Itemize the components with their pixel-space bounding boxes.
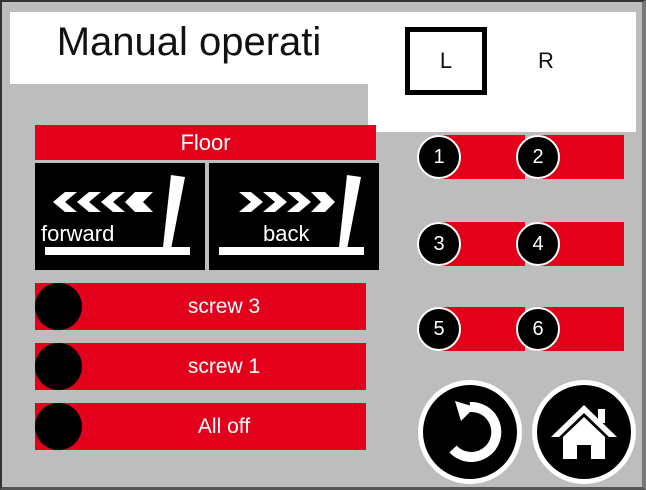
all-off-button[interactable]: All off [35,403,366,450]
forward-seat-icon [45,175,190,255]
number-1-label: 1 [417,135,461,179]
number-4-label: 4 [516,222,560,266]
forward-button[interactable]: forward [35,163,205,270]
page-title: Manual operati [56,20,322,64]
side-right-button[interactable]: R [505,27,587,95]
side-left-button[interactable]: L [405,27,487,95]
number-button-6[interactable]: 6 [516,307,624,351]
return-button[interactable] [418,380,522,484]
home-button[interactable] [532,380,636,484]
back-seat-icon [219,175,364,255]
back-button[interactable]: back [209,163,379,270]
number-button-1[interactable]: 1 [417,135,525,179]
number-button-5[interactable]: 5 [417,307,525,351]
floor-header: Floor [35,125,376,160]
back-label: back [263,221,310,246]
forward-label: forward [41,221,115,246]
number-button-4[interactable]: 4 [516,222,624,266]
all-off-label: All off [197,414,251,438]
back-arrow-icon [449,401,502,462]
screw-1-label: screw 1 [187,354,261,378]
screw-3-button[interactable]: screw 3 [35,283,366,330]
number-button-2[interactable]: 2 [516,135,624,179]
indicator-dot [35,343,82,390]
indicator-dot [35,403,82,450]
indicator-dot [35,283,82,330]
number-6-label: 6 [516,307,560,351]
number-2-label: 2 [516,135,560,179]
home-icon [551,405,617,459]
screw-1-button[interactable]: screw 1 [35,343,366,390]
screw-3-label: screw 3 [187,294,261,318]
number-5-label: 5 [417,307,461,351]
number-3-label: 3 [417,222,461,266]
number-button-3[interactable]: 3 [417,222,525,266]
